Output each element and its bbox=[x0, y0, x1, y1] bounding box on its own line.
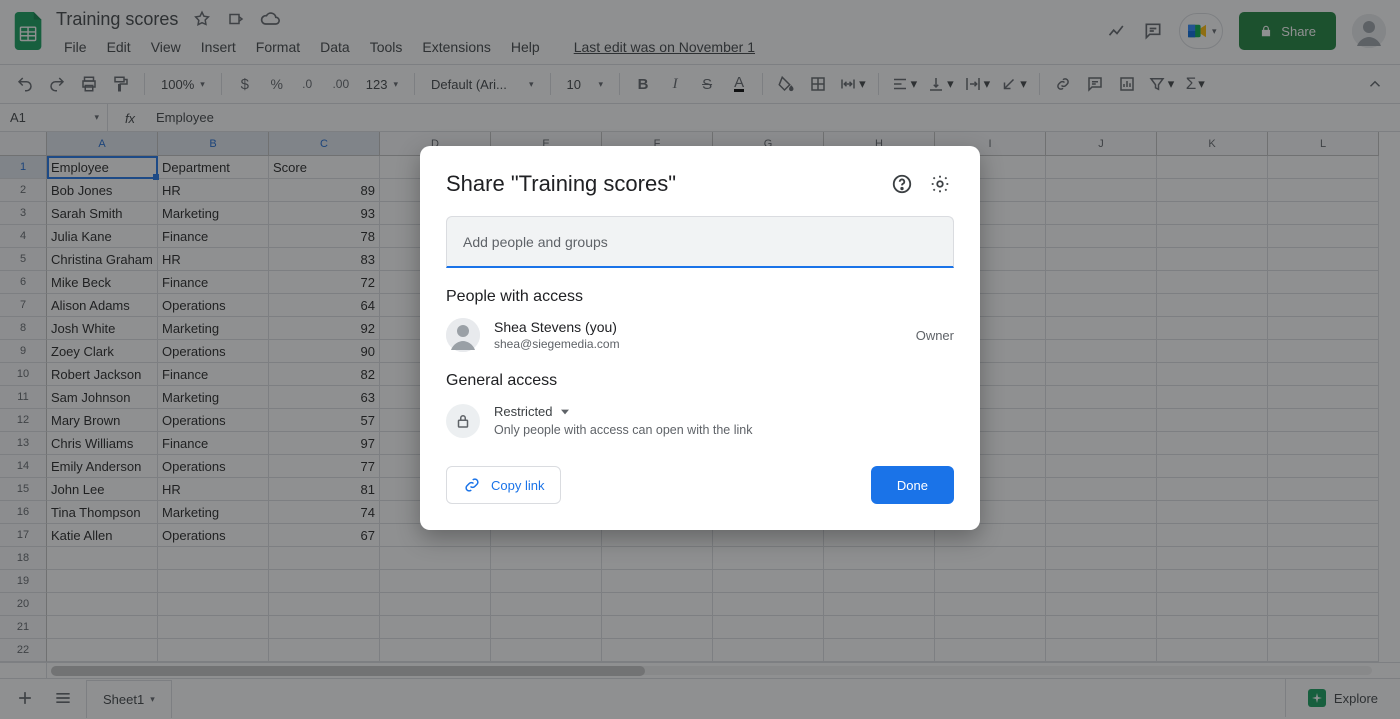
lock-icon bbox=[446, 404, 480, 438]
person-email: shea@siegemedia.com bbox=[494, 337, 916, 351]
help-icon[interactable] bbox=[888, 170, 916, 198]
link-icon bbox=[463, 476, 481, 494]
access-level-description: Only people with access can open with th… bbox=[494, 423, 752, 437]
settings-icon[interactable] bbox=[926, 170, 954, 198]
people-access-heading: People with access bbox=[446, 288, 954, 306]
person-avatar bbox=[446, 318, 480, 352]
add-people-input[interactable]: Add people and groups bbox=[446, 216, 954, 268]
share-dialog: Share "Training scores" Add people and gr… bbox=[420, 146, 980, 530]
dialog-title: Share "Training scores" bbox=[446, 171, 878, 197]
person-name: Shea Stevens (you) bbox=[494, 319, 916, 335]
general-access-heading: General access bbox=[446, 372, 954, 390]
access-level-dropdown[interactable]: Restricted bbox=[494, 404, 752, 419]
person-role: Owner bbox=[916, 328, 954, 343]
copy-link-button[interactable]: Copy link bbox=[446, 466, 561, 504]
done-button[interactable]: Done bbox=[871, 466, 954, 504]
